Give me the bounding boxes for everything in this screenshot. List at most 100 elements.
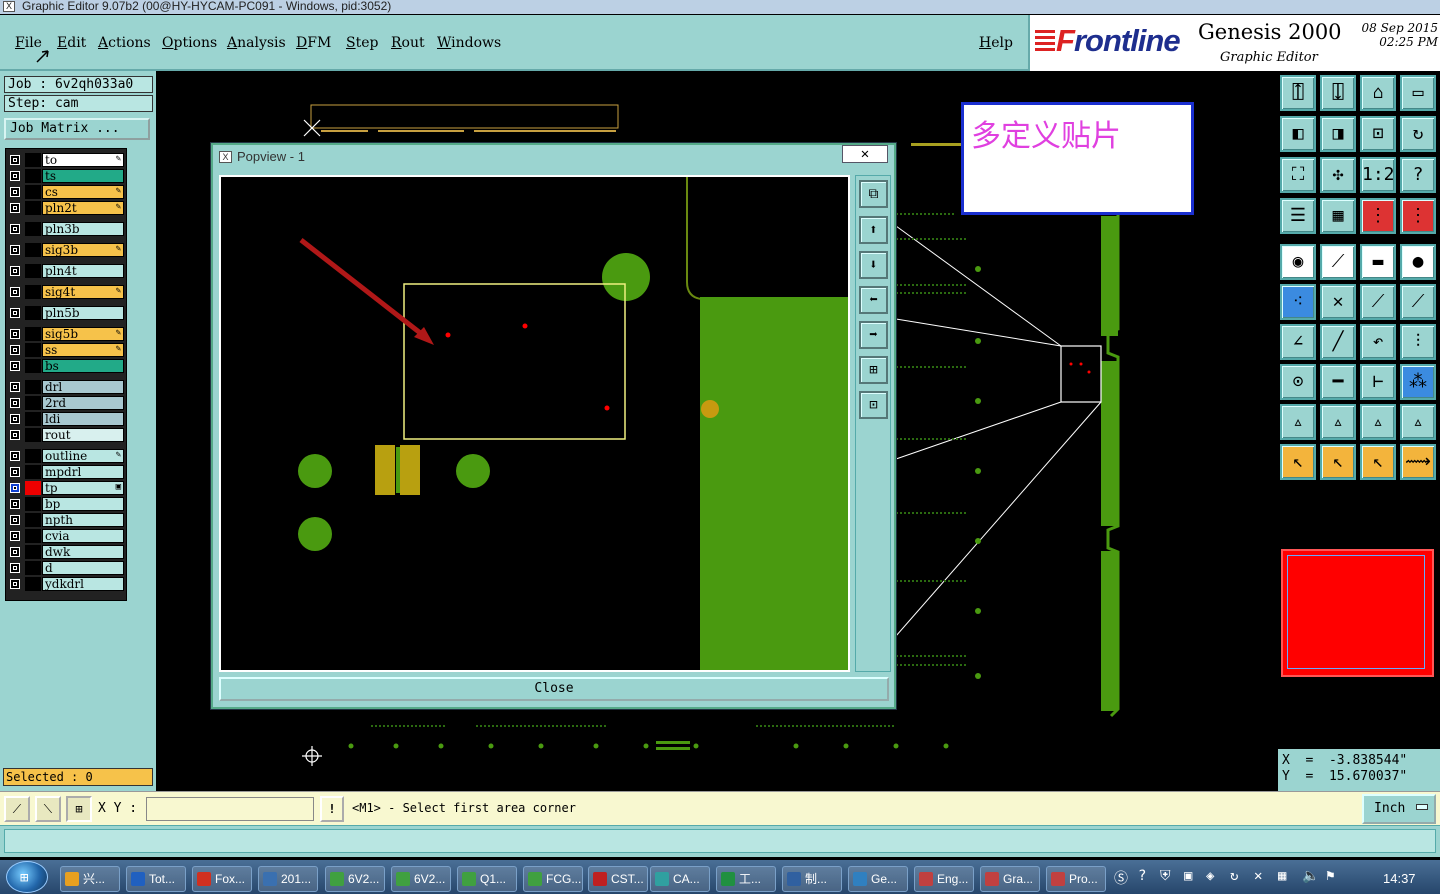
triangle-a-button[interactable]: ▵ — [1280, 404, 1316, 440]
layer-checkbox[interactable] — [10, 287, 20, 297]
center-dot-button[interactable]: ● — [1400, 244, 1436, 280]
layer-row-pln5b[interactable]: pln5b — [8, 306, 124, 320]
layer-row-pln2t[interactable]: pln2t ✎ — [8, 201, 124, 215]
menu-analysis[interactable]: Analysis — [227, 35, 286, 51]
layer-checkbox[interactable] — [10, 155, 20, 165]
home-down-button[interactable]: ⍗ — [1320, 75, 1356, 111]
tray-app-icon[interactable]: ◈ — [1206, 868, 1214, 884]
layer-color-swatch[interactable] — [25, 327, 41, 341]
xy-input[interactable] — [146, 797, 314, 821]
layer-row-d[interactable]: d — [8, 561, 124, 575]
taskbar-item[interactable]: 制... — [782, 866, 842, 892]
layer-color-swatch[interactable] — [25, 264, 41, 278]
taskbar-item[interactable]: 6V2... — [325, 866, 385, 892]
ruler-button[interactable]: ▬ — [1360, 244, 1396, 280]
layer-checkbox[interactable] — [10, 203, 20, 213]
menu-rout[interactable]: Rout — [391, 35, 425, 51]
taskbar-item[interactable]: CA... — [650, 866, 710, 892]
layer-row-outline[interactable]: outline ✎ — [8, 449, 124, 463]
tray-volume-icon[interactable]: 🔈 — [1302, 868, 1319, 884]
help-button[interactable]: ? — [1400, 157, 1436, 193]
layer-color-swatch[interactable] — [25, 513, 41, 527]
layer-row-ss[interactable]: ss ✎ — [8, 343, 124, 357]
layer-color-swatch[interactable] — [25, 545, 41, 559]
layer-row-ts[interactable]: ts — [8, 169, 124, 183]
redraw-button[interactable]: ↻ — [1400, 116, 1436, 152]
fit-board-button[interactable]: ✣ — [1320, 157, 1356, 193]
layer-compare-button[interactable]: ⋮ — [1360, 198, 1396, 234]
tray-update-icon[interactable]: ↻ — [1230, 868, 1238, 884]
layer-color-swatch[interactable] — [25, 222, 41, 236]
tray-flag-icon[interactable]: ⚑ — [1326, 868, 1334, 884]
layer-checkbox[interactable] — [10, 531, 20, 541]
layer-color-swatch[interactable] — [25, 529, 41, 543]
select-poly-button[interactable]: ↖ — [1360, 444, 1396, 480]
layer-color-swatch[interactable] — [25, 412, 41, 426]
path-button[interactable]: ⟿ — [1400, 444, 1436, 480]
taskbar-item[interactable]: FCG... — [523, 866, 583, 892]
layer-color-swatch[interactable] — [25, 243, 41, 257]
grid-tool-button[interactable]: ⊞ — [66, 796, 92, 822]
menu-windows[interactable]: Windows — [437, 35, 501, 51]
layer-settings-button[interactable]: ☰ — [1280, 198, 1316, 234]
job-matrix-button[interactable]: Job Matrix ... — [4, 118, 150, 140]
pan-down-button[interactable]: ⬇ — [859, 251, 888, 279]
line-red-button[interactable]: ╱ — [1320, 324, 1356, 360]
taskbar-item[interactable]: Tot... — [126, 866, 186, 892]
net-button[interactable]: ⁖ — [1280, 284, 1316, 320]
measure-tool-button[interactable]: ⟍ — [35, 796, 61, 822]
taskbar-item[interactable]: 201... — [258, 866, 318, 892]
filter-button[interactable]: ⫶ — [1400, 324, 1436, 360]
units-selector[interactable]: Inch — [1362, 794, 1436, 824]
line-end-button[interactable]: ⟋ — [1400, 284, 1436, 320]
layer-checkbox[interactable] — [10, 430, 20, 440]
layer-color-swatch[interactable] — [25, 201, 41, 215]
zoom-fit-button[interactable]: ⊡ — [1360, 116, 1396, 152]
house-button[interactable]: ⌂ — [1360, 75, 1396, 111]
layer-checkbox[interactable] — [10, 224, 20, 234]
fit-all-button[interactable]: ⛶ — [1280, 157, 1316, 193]
layer-row-dwk[interactable]: dwk — [8, 545, 124, 559]
taskbar-item[interactable]: 工... — [716, 866, 776, 892]
triangle-d-button[interactable]: ▵ — [1400, 404, 1436, 440]
layer-row-ydkdrl[interactable]: ydkdrl — [8, 577, 124, 591]
layer-row-ldi[interactable]: ldi — [8, 412, 124, 426]
layer-color-swatch[interactable] — [25, 497, 41, 511]
zoom-out-button[interactable]: ⊡ — [859, 391, 888, 419]
taskbar-item[interactable]: 6V2... — [391, 866, 451, 892]
pan-up-button[interactable]: ⬆ — [859, 216, 888, 244]
snap-tool-button[interactable]: ⟋ — [4, 796, 30, 822]
measure-button[interactable]: ⟋ — [1320, 244, 1356, 280]
pan-right-button[interactable]: ◨ — [1320, 116, 1356, 152]
layer-color-swatch[interactable] — [25, 185, 41, 199]
layer-color-swatch[interactable] — [25, 428, 41, 442]
line-point-button[interactable]: ⟋ — [1360, 284, 1396, 320]
scale-1-2-button[interactable]: 1:2 — [1360, 157, 1396, 193]
layer-color-swatch[interactable] — [25, 481, 41, 495]
select-arrow-button[interactable]: ↖ — [1280, 444, 1316, 480]
pan-left-button[interactable]: ⬅ — [859, 286, 888, 314]
layer-row-mpdrl[interactable]: mpdrl — [8, 465, 124, 479]
taskbar-item[interactable]: Eng... — [914, 866, 974, 892]
layer-color-swatch[interactable] — [25, 380, 41, 394]
select-box-button[interactable]: ↖ — [1320, 444, 1356, 480]
zoom-window-button[interactable]: ⧉ — [859, 180, 888, 208]
layer-color-swatch[interactable] — [25, 306, 41, 320]
tray-shield-icon[interactable]: ⛨ — [1160, 868, 1171, 884]
layer-row-bp[interactable]: bp — [8, 497, 124, 511]
popview-close-button[interactable]: Close — [219, 677, 889, 701]
home-up-button[interactable]: ⍐ — [1280, 75, 1316, 111]
window-button[interactable]: ▭ — [1400, 75, 1436, 111]
layer-row-rout[interactable]: rout — [8, 428, 124, 442]
tray-network-icon[interactable]: ▦ — [1278, 868, 1286, 884]
taskbar-item[interactable]: CST... — [588, 866, 648, 892]
layer-color-swatch[interactable] — [25, 153, 41, 167]
taskbar-item[interactable]: Pro... — [1046, 866, 1106, 892]
layer-checkbox[interactable] — [10, 547, 20, 557]
layer-checkbox[interactable] — [10, 308, 20, 318]
layer-row-sig4t[interactable]: sig4t ✎ — [8, 285, 124, 299]
taskbar-item[interactable]: Gra... — [980, 866, 1040, 892]
layer-checkbox[interactable] — [10, 329, 20, 339]
cross-button[interactable]: ✕ — [1320, 284, 1356, 320]
layer-row-npth[interactable]: npth — [8, 513, 124, 527]
